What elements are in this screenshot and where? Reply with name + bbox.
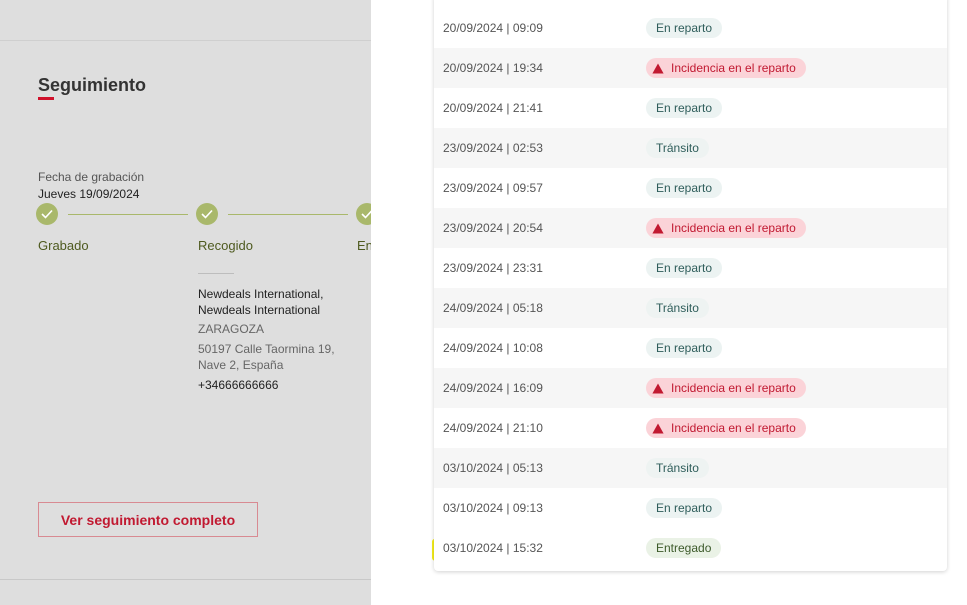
pickup-city: ZARAGOZA <box>198 322 265 336</box>
event-row: 03/10/2024 | 15:32 Entregado <box>434 528 947 568</box>
event-row: 20/09/2024 | 21:41 En reparto <box>434 88 947 128</box>
event-row: 23/09/2024 | 02:53 Tránsito <box>434 128 947 168</box>
event-datetime: 23/09/2024 | 09:57 <box>443 181 543 195</box>
event-status-text: Incidencia en el reparto <box>671 221 796 235</box>
event-status-badge: En reparto <box>646 18 723 38</box>
footer-divider <box>0 579 371 580</box>
event-status-text: Incidencia en el reparto <box>671 61 796 75</box>
event-row: 23/09/2024 | 20:54 Incidencia en el repar… <box>434 208 947 248</box>
event-status-text: Tránsito <box>656 461 699 475</box>
step-recogido-check-icon <box>196 203 218 225</box>
event-row: 24/09/2024 | 16:09 Incidencia en el repar… <box>434 368 947 408</box>
tracking-summary-page: Seguimiento Fecha de grabación Jueves 19… <box>0 0 371 605</box>
event-status-text: Tránsito <box>656 301 699 315</box>
event-status-text: En reparto <box>656 261 713 275</box>
pickup-street-line2: Nave 2, España <box>198 358 284 372</box>
event-datetime: 24/09/2024 | 16:09 <box>443 381 543 395</box>
recording-date-label: Fecha de grabación <box>38 170 145 184</box>
step-label-recogido: Recogido <box>198 238 253 253</box>
event-row: 24/09/2024 | 21:10 Incidencia en el repar… <box>434 408 947 448</box>
event-status-badge: Tránsito <box>646 298 709 318</box>
event-datetime: 20/09/2024 | 19:34 <box>443 61 543 75</box>
event-datetime: 20/09/2024 | 21:41 <box>443 101 543 115</box>
event-status-badge: Entregado <box>646 538 722 558</box>
pickup-street-line1: 50197 Calle Taormina 19, <box>198 342 335 356</box>
event-status-text: Entregado <box>656 541 712 555</box>
event-status-text: Incidencia en el reparto <box>671 381 796 395</box>
event-status-badge: En reparto <box>646 178 723 198</box>
event-row: 20/09/2024 | 19:34 Incidencia en el repar… <box>434 48 947 88</box>
event-status-badge: Incidencia en el reparto <box>646 378 806 398</box>
event-datetime: 23/09/2024 | 20:54 <box>443 221 543 235</box>
view-full-tracking-button[interactable]: Ver seguimiento completo <box>38 502 258 537</box>
event-status-text: En reparto <box>656 501 713 515</box>
warning-triangle-icon <box>652 223 664 233</box>
event-status-text: En reparto <box>656 101 713 115</box>
event-datetime: 03/10/2024 | 05:13 <box>443 461 543 475</box>
title-accent-underline <box>38 97 54 100</box>
section-title: Seguimiento <box>38 75 147 95</box>
event-status-badge: Incidencia en el reparto <box>646 58 806 78</box>
event-datetime: 03/10/2024 | 15:32 <box>443 541 543 555</box>
event-datetime: 24/09/2024 | 21:10 <box>443 421 543 435</box>
step-connector <box>228 214 348 215</box>
event-row: 24/09/2024 | 10:08 En reparto <box>434 328 947 368</box>
step-grabado-check-icon <box>36 203 58 225</box>
event-row: 03/10/2024 | 05:13 Tránsito <box>434 448 947 488</box>
event-datetime: 23/09/2024 | 02:53 <box>443 141 543 155</box>
event-status-badge: En reparto <box>646 338 723 358</box>
event-row: 03/10/2024 | 09:13 En reparto <box>434 488 947 528</box>
pickup-phone: +34666666666 <box>198 378 279 392</box>
event-status-text: Incidencia en el reparto <box>671 421 796 435</box>
event-datetime: 24/09/2024 | 10:08 <box>443 341 543 355</box>
event-status-text: En reparto <box>656 181 713 195</box>
event-status-text: En reparto <box>656 341 713 355</box>
warning-triangle-icon <box>652 63 664 73</box>
pickup-name-line2: Newdeals International <box>198 303 321 317</box>
event-row: 20/09/2024 | 09:09 En reparto <box>434 8 947 48</box>
event-datetime: 23/09/2024 | 23:31 <box>443 261 543 275</box>
event-row: 23/09/2024 | 09:57 En reparto <box>434 168 947 208</box>
pickup-name-line1: Newdeals International, <box>198 287 324 301</box>
step-label-grabado: Grabado <box>38 238 89 253</box>
event-row: 23/09/2024 | 23:31 En reparto <box>434 248 947 288</box>
step-label-en-reparto: En <box>357 238 371 253</box>
event-status-badge: Incidencia en el reparto <box>646 418 806 438</box>
recording-date-value: Jueves 19/09/2024 <box>38 187 140 201</box>
event-status-badge: Tránsito <box>646 138 709 158</box>
warning-triangle-icon <box>652 383 664 393</box>
event-datetime: 20/09/2024 | 09:09 <box>443 21 543 35</box>
event-status-badge: En reparto <box>646 498 723 518</box>
event-status-text: Tránsito <box>656 141 699 155</box>
header-divider <box>0 40 371 41</box>
event-status-text: En reparto <box>656 21 713 35</box>
event-status-badge: En reparto <box>646 258 723 278</box>
event-status-badge: Incidencia en el reparto <box>646 218 806 238</box>
event-datetime: 03/10/2024 | 09:13 <box>443 501 543 515</box>
tracking-events-panel[interactable]: 20/09/2024 | 09:09 En reparto 20/09/2024 |… <box>434 0 947 571</box>
address-divider <box>198 273 234 274</box>
event-row: 24/09/2024 | 05:18 Tránsito <box>434 288 947 328</box>
event-status-badge: Tránsito <box>646 458 709 478</box>
event-datetime: 24/09/2024 | 05:18 <box>443 301 543 315</box>
event-status-badge: En reparto <box>646 98 723 118</box>
warning-triangle-icon <box>652 423 664 433</box>
step-en-reparto-check-icon <box>356 203 371 225</box>
step-connector <box>68 214 188 215</box>
